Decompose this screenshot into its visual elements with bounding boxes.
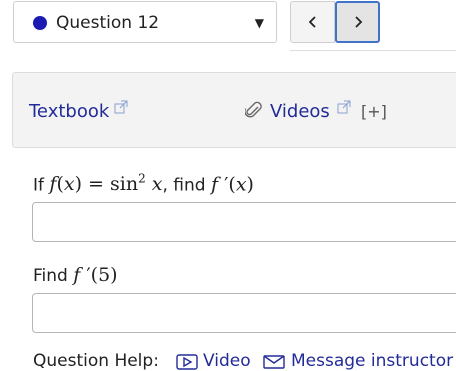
- derivative-eval-expression: f ′(5): [73, 264, 118, 286]
- external-link-icon: [337, 100, 351, 114]
- function-expression: f(x) = sin2 x: [49, 172, 163, 196]
- question-help-label: Question Help:: [33, 351, 159, 371]
- find-label: Find: [33, 266, 68, 286]
- resources-panel: Textbook Videos [+]: [12, 72, 456, 148]
- video-play-icon[interactable]: [176, 354, 198, 370]
- next-question-button[interactable]: [335, 1, 380, 43]
- prompt-find-text: , find: [162, 175, 206, 196]
- divider: [290, 50, 456, 51]
- envelope-icon[interactable]: [263, 355, 285, 369]
- textbook-link[interactable]: Textbook: [29, 101, 109, 122]
- chevron-right-icon: [354, 16, 362, 28]
- question-selector-label: Question 12: [56, 13, 160, 33]
- paperclip-icon: [245, 101, 262, 118]
- help-video-link[interactable]: Video: [203, 351, 251, 371]
- previous-question-button[interactable]: [290, 1, 335, 43]
- prompt-if-text: If: [33, 175, 44, 196]
- question-status-dot-icon: [33, 16, 47, 30]
- chevron-left-icon: [308, 16, 316, 28]
- external-link-icon: [114, 100, 128, 114]
- derivative-expression: f ′(x): [210, 173, 254, 196]
- question-part-two: Find f ′(5): [33, 264, 118, 286]
- eval-argument: (5): [90, 264, 118, 286]
- dropdown-caret-icon: ▼: [254, 16, 264, 30]
- question-selector[interactable]: Question 12 ▼: [13, 1, 277, 43]
- question-prompt: If f(x) = sin2 x, find f ′(x): [33, 172, 254, 195]
- videos-link[interactable]: Videos: [270, 101, 330, 122]
- message-instructor-link[interactable]: Message instructor: [291, 351, 453, 371]
- expand-toggle[interactable]: [+]: [361, 102, 387, 121]
- derivative-answer-input[interactable]: [32, 202, 456, 242]
- evaluation-answer-input[interactable]: [32, 293, 456, 333]
